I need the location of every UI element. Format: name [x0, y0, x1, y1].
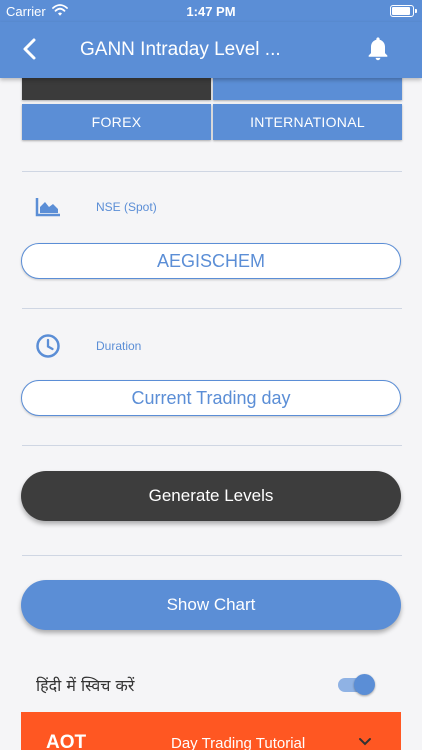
show-chart-button[interactable]: Show Chart: [21, 580, 401, 630]
bell-icon[interactable]: [364, 35, 392, 63]
divider: [22, 171, 402, 172]
divider: [22, 445, 402, 446]
app-bar: GANN Intraday Level ...: [0, 22, 422, 78]
segment-button[interactable]: [213, 78, 402, 100]
hindi-switch-label: हिंदी में स्विच करें: [36, 676, 135, 695]
segment-row-bottom: FOREX INTERNATIONAL: [22, 104, 402, 140]
symbol-selector[interactable]: AEGISCHEM: [21, 243, 401, 279]
international-segment-button[interactable]: INTERNATIONAL: [213, 104, 402, 140]
exchange-label: NSE (Spot): [96, 200, 157, 214]
duration-selector[interactable]: Current Trading day: [21, 380, 401, 416]
forex-segment-button[interactable]: FOREX: [22, 104, 211, 140]
banner-text: Day Trading Tutorial: [171, 735, 306, 750]
exchange-label-row: NSE (Spot): [34, 196, 157, 218]
banner-brand: AOT: [46, 732, 87, 750]
divider: [22, 555, 402, 556]
duration-label-row: Duration: [34, 333, 141, 359]
area-chart-icon: [35, 198, 60, 217]
segment-button-selected[interactable]: [22, 78, 211, 100]
back-arrow-icon[interactable]: [18, 36, 44, 62]
hindi-toggle-switch[interactable]: [338, 672, 376, 696]
segment-row-top: [22, 78, 402, 100]
clock-label: 1:47 PM: [186, 4, 236, 19]
status-bar: Carrier 1:47 PM: [0, 0, 422, 22]
promo-banner[interactable]: AOT Day Trading Tutorial: [21, 712, 401, 750]
main-content: FOREX INTERNATIONAL NSE (Spot) AEGISCHEM…: [0, 78, 422, 750]
divider: [22, 308, 402, 309]
chevron-down-icon[interactable]: [357, 734, 373, 750]
generate-levels-button[interactable]: Generate Levels: [21, 471, 401, 521]
clock-icon: [36, 334, 60, 358]
page-title: GANN Intraday Level ...: [80, 39, 281, 60]
duration-label: Duration: [96, 339, 142, 353]
battery-icon: [390, 5, 417, 17]
